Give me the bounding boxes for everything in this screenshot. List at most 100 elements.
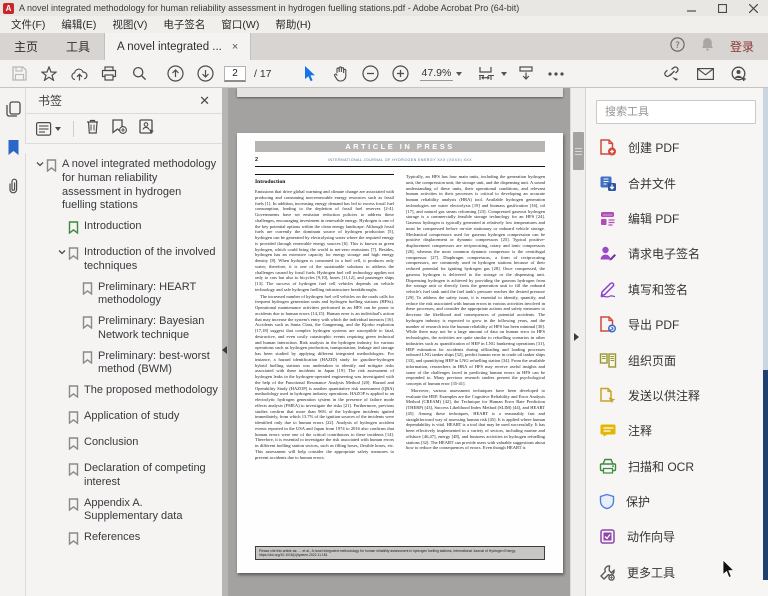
bookmarks-panel-title: 书签 xyxy=(38,94,63,108)
bookmark-item[interactable]: Appendix A. Supplementary data xyxy=(26,497,218,525)
tool-protect[interactable]: 保护 xyxy=(596,484,758,519)
title-bar: A A novel integrated methodology for hum… xyxy=(0,0,768,16)
bookmark-label[interactable]: Conclusion xyxy=(84,436,138,450)
chevron-down-icon[interactable] xyxy=(56,249,68,255)
bookmark-label[interactable]: Declaration of competing interest xyxy=(84,462,218,490)
menu-esign[interactable]: 电子签名 xyxy=(156,16,212,33)
previous-page-icon[interactable] xyxy=(164,63,186,85)
page-thumbnails-icon[interactable] xyxy=(0,96,26,122)
bookmark-item[interactable]: Preliminary: Bayesian Network technique xyxy=(26,315,218,343)
help-icon[interactable]: ? xyxy=(670,36,685,57)
minimize-button[interactable] xyxy=(687,4,696,13)
bookmark-icon xyxy=(68,221,79,239)
tool-organize-pages[interactable]: 组织页面 xyxy=(596,342,758,377)
sign-in-button[interactable]: 登录 xyxy=(730,38,754,55)
collapse-left-panel-icon[interactable] xyxy=(222,346,227,354)
tab-close-icon[interactable]: × xyxy=(232,41,238,53)
maximize-button[interactable] xyxy=(718,3,727,13)
menu-file[interactable]: 文件(F) xyxy=(4,16,52,33)
fit-dropdown-caret-icon[interactable] xyxy=(501,71,508,76)
bookmark-item[interactable]: Preliminary: best-worst method (BWM) xyxy=(26,350,218,378)
locate-current-bookmark-icon[interactable] xyxy=(139,118,155,139)
zoom-in-icon[interactable] xyxy=(390,63,412,85)
attachments-paperclip-icon[interactable] xyxy=(0,172,26,198)
bookmark-label[interactable]: Preliminary: HEART methodology xyxy=(98,281,218,309)
hand-tool-icon[interactable] xyxy=(330,63,352,85)
bookmark-item[interactable]: Introduction of the involved techniques xyxy=(26,246,218,274)
tool-edit-pdf[interactable]: ==== 编辑 PDF xyxy=(596,201,758,236)
menu-help[interactable]: 帮助(H) xyxy=(268,16,318,33)
bookmark-item[interactable]: Introduction xyxy=(26,220,218,239)
bookmark-item[interactable]: Application of study xyxy=(26,410,218,429)
fit-width-icon[interactable] xyxy=(476,63,498,85)
tool-request-esign[interactable]: 请求电子签名 xyxy=(596,236,758,271)
tab-home[interactable]: 主页 xyxy=(0,33,52,60)
bookmarks-close-icon[interactable]: ✕ xyxy=(199,93,210,109)
tool-combine-files[interactable]: 合并文件 xyxy=(596,165,758,200)
chevron-down-icon[interactable] xyxy=(34,161,46,167)
bookmark-label[interactable]: Appendix A. Supplementary data xyxy=(84,497,218,525)
fill-sign-icon xyxy=(600,282,616,298)
bookmark-icon xyxy=(68,532,79,550)
bookmark-item[interactable]: Conclusion xyxy=(26,436,218,455)
bookmark-label[interactable]: Introduction of the involved techniques xyxy=(84,246,218,274)
citation-highlight-box[interactable]: Please cite this article as: … et al., A… xyxy=(255,546,545,560)
bookmark-icon xyxy=(82,350,93,369)
menu-window[interactable]: 窗口(W) xyxy=(214,16,266,33)
zoom-level-value[interactable]: 47.9% xyxy=(419,67,454,81)
tool-action-wizard[interactable]: 动作向导 xyxy=(596,519,758,554)
bookmark-label[interactable]: Preliminary: Bayesian Network technique xyxy=(98,315,218,343)
new-bookmark-icon[interactable] xyxy=(111,118,127,139)
notifications-bell-icon[interactable] xyxy=(701,37,714,56)
tool-send-for-comments[interactable]: 发送以供注释 xyxy=(596,378,758,413)
tab-tools[interactable]: 工具 xyxy=(52,33,104,60)
document-scrollbar-thumb[interactable] xyxy=(573,132,584,170)
header-rule xyxy=(255,166,545,167)
search-icon[interactable] xyxy=(128,63,150,85)
bookmark-item[interactable]: The proposed methodology xyxy=(26,384,218,403)
collapse-right-panel-icon[interactable] xyxy=(574,333,579,341)
document-scrollbar[interactable] xyxy=(570,88,585,596)
share-with-people-icon[interactable] xyxy=(728,63,750,85)
save-icon[interactable] xyxy=(8,63,30,85)
tool-scan-ocr[interactable]: 扫描和 OCR xyxy=(596,449,758,484)
tab-document[interactable]: A novel integrated ... × xyxy=(104,33,252,60)
tool-fill-sign[interactable]: 填写和签名 xyxy=(596,272,758,307)
more-tools-wrench-icon xyxy=(600,565,615,581)
zoom-dropdown-caret-icon[interactable] xyxy=(456,71,463,76)
bookmark-label[interactable]: Preliminary: best-worst method (BWM) xyxy=(98,350,218,378)
left-nav-strip xyxy=(0,88,26,596)
email-icon[interactable] xyxy=(694,63,716,85)
menu-view[interactable]: 视图(V) xyxy=(105,16,154,33)
bookmark-item[interactable]: Declaration of competing interest xyxy=(26,462,218,490)
print-icon[interactable] xyxy=(98,63,120,85)
bookmark-label[interactable]: Introduction xyxy=(84,220,141,234)
more-toolbar-options-icon[interactable] xyxy=(545,63,567,85)
tool-export-pdf[interactable]: 导出 PDF xyxy=(596,307,758,342)
page-number-input[interactable]: 2 xyxy=(224,65,246,82)
search-tools-input[interactable] xyxy=(596,100,756,124)
zoom-out-icon[interactable] xyxy=(360,63,382,85)
bookmarks-options-icon[interactable] xyxy=(36,121,61,136)
bookmark-label[interactable]: The proposed methodology xyxy=(84,384,218,398)
cloud-upload-icon[interactable] xyxy=(68,63,90,85)
page-display-icon[interactable] xyxy=(515,63,537,85)
bookmark-label[interactable]: References xyxy=(84,531,140,545)
bookmark-label[interactable]: Application of study xyxy=(84,410,179,424)
next-page-icon[interactable] xyxy=(194,63,216,85)
share-link-icon[interactable] xyxy=(660,63,682,85)
favorite-star-icon[interactable] xyxy=(38,63,60,85)
edit-pdf-icon: ==== xyxy=(601,211,615,226)
delete-bookmark-trash-icon[interactable] xyxy=(86,119,99,139)
select-tool-icon[interactable] xyxy=(300,63,322,85)
close-button[interactable] xyxy=(749,3,758,13)
document-viewport[interactable]: ARTICLE IN PRESS 2 international journal… xyxy=(228,88,585,596)
bookmark-item[interactable]: References xyxy=(26,531,218,550)
bookmark-label[interactable]: A novel integrated methodology for human… xyxy=(62,158,218,213)
menu-edit[interactable]: 编辑(E) xyxy=(54,16,103,33)
window-title: A novel integrated methodology for human… xyxy=(19,3,520,13)
tool-comment[interactable]: 注释 xyxy=(596,413,758,448)
tool-create-pdf[interactable]: 创建 PDF xyxy=(596,130,758,165)
bookmark-item[interactable]: Preliminary: HEART methodology xyxy=(26,281,218,309)
bookmark-item[interactable]: A novel integrated methodology for human… xyxy=(26,158,218,213)
